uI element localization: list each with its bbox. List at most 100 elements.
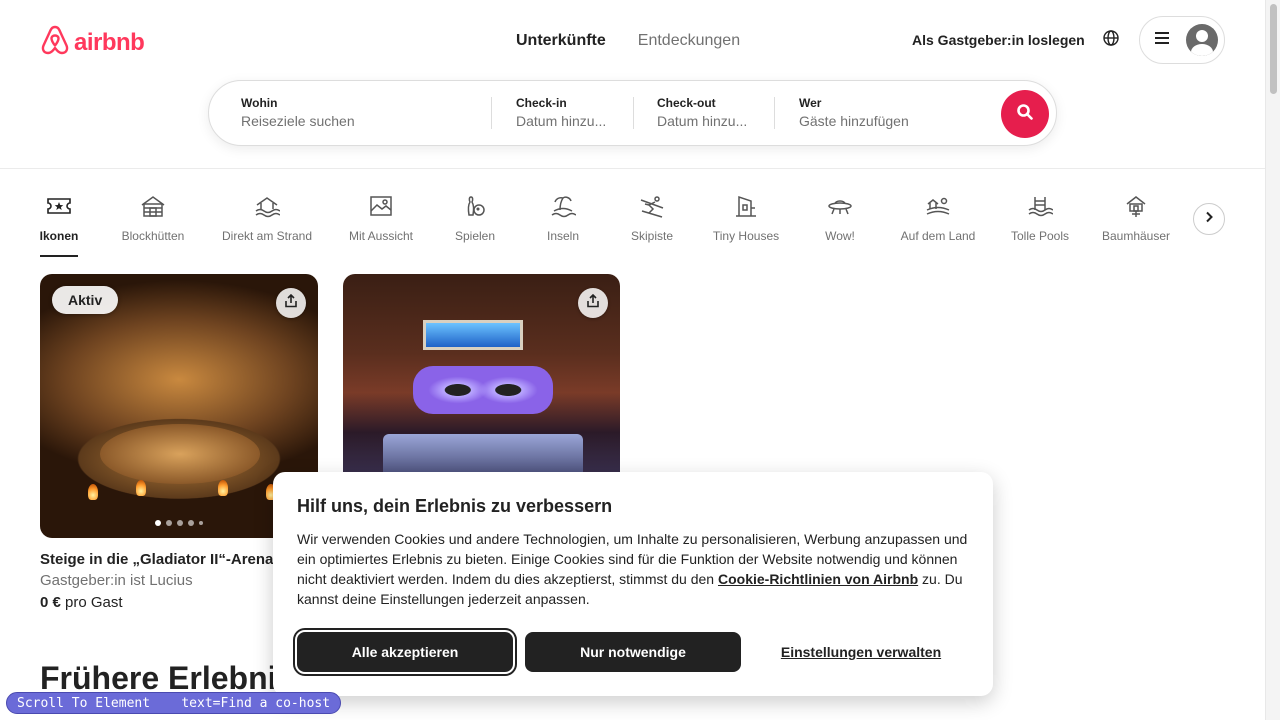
category-mit-aussicht[interactable]: Mit Aussicht [345, 193, 417, 243]
search-where-field[interactable]: Wohin Reiseziele suchen [241, 81, 481, 145]
chevron-right-icon [1203, 210, 1215, 228]
ufo-icon [827, 193, 853, 219]
site-header: airbnb Unterkünfte Entdeckungen Als Gast… [0, 0, 1265, 169]
category-blockhuetten[interactable]: Blockhütten [118, 193, 188, 243]
pagination-dot[interactable] [166, 520, 172, 526]
category-direkt-am-strand[interactable]: Direkt am Strand [219, 193, 315, 243]
search-button[interactable] [1001, 90, 1049, 138]
search-where-input[interactable]: Reiseziele suchen [241, 111, 481, 131]
category-bar: Ikonen Blockhütten Direkt am Strand Mit … [40, 193, 1225, 259]
category-label: Tiny Houses [712, 229, 780, 243]
treehouse-icon [1123, 193, 1149, 219]
globe-icon [1103, 29, 1119, 51]
manage-settings-button[interactable]: Einstellungen verwalten [753, 632, 969, 672]
search-checkout-field[interactable]: Check-out Datum hinzu... [657, 81, 757, 145]
category-label: Blockhütten [121, 229, 185, 243]
category-label: Auf dem Land [900, 229, 976, 243]
share-button[interactable] [578, 288, 608, 318]
torch [218, 480, 228, 496]
pagination-dot[interactable] [188, 520, 194, 526]
search-checkin-field[interactable]: Check-in Datum hinzu... [516, 81, 616, 145]
active-category-indicator [40, 255, 78, 257]
pagination-dot[interactable] [177, 520, 183, 526]
share-icon [284, 293, 298, 313]
category-label: Inseln [546, 229, 580, 243]
arena-floor [100, 424, 260, 484]
airbnb-logo[interactable]: airbnb [40, 24, 145, 61]
search-bar: Wohin Reiseziele suchen Check-in Datum h… [208, 80, 1057, 146]
search-divider [491, 97, 492, 129]
search-checkout-input[interactable]: Datum hinzu... [657, 111, 757, 131]
pagination-dot[interactable] [199, 521, 203, 525]
category-spielen[interactable]: Spielen [452, 193, 498, 243]
cookie-actions: Alle akzeptieren Nur notwendige Einstell… [293, 628, 969, 676]
hamburger-icon [1154, 31, 1170, 50]
category-label: Wow! [825, 229, 855, 243]
beach-icon [254, 193, 280, 219]
share-icon [586, 293, 600, 313]
room-window [423, 320, 523, 350]
torch [136, 480, 146, 496]
tab-entdeckungen[interactable]: Entdeckungen [622, 28, 756, 54]
share-button[interactable] [276, 288, 306, 318]
price-amount: 0 € [40, 594, 61, 611]
category-label: Ikonen [39, 229, 79, 243]
pool-icon [1027, 193, 1053, 219]
category-wow[interactable]: Wow! [822, 193, 858, 243]
search-who-field[interactable]: Wer Gäste hinzufügen [799, 81, 959, 145]
search-who-input[interactable]: Gäste hinzufügen [799, 111, 959, 131]
skier-icon [639, 193, 665, 219]
become-host-link[interactable]: Als Gastgeber:in loslegen [900, 22, 1097, 58]
category-next-button[interactable] [1193, 203, 1225, 235]
ticket-star-icon [46, 193, 72, 219]
language-button[interactable] [1093, 22, 1129, 58]
cookie-text: Wir verwenden Cookies und andere Technol… [297, 529, 969, 609]
cookie-policy-link[interactable]: Cookie-Richtlinien von Airbnb [718, 571, 918, 587]
user-menu-button[interactable] [1139, 16, 1225, 64]
price-unit: pro Gast [65, 594, 123, 611]
category-label: Spielen [454, 229, 496, 243]
main-nav: Unterkünfte Entdeckungen [500, 28, 756, 54]
bowling-icon [462, 193, 488, 219]
category-label: Skipiste [630, 229, 674, 243]
search-checkin-label: Check-in [516, 96, 567, 110]
search-icon [1017, 103, 1033, 125]
cabin-icon [140, 193, 166, 219]
category-label: Mit Aussicht [348, 229, 414, 243]
search-divider [774, 97, 775, 129]
airbnb-logo-icon [40, 24, 70, 61]
category-ikonen[interactable]: Ikonen [40, 193, 78, 243]
tiny-house-icon [733, 193, 759, 219]
category-label: Tolle Pools [1010, 229, 1070, 243]
countryside-icon [925, 193, 951, 219]
category-tolle-pools[interactable]: Tolle Pools [1008, 193, 1072, 243]
automation-overlay-label: Scroll To Element text=Find a co-host [6, 692, 342, 714]
cookie-title: Hilf uns, dein Erlebnis zu verbessern [297, 496, 613, 516]
island-icon [550, 193, 576, 219]
torch [88, 484, 98, 500]
category-inseln[interactable]: Inseln [544, 193, 582, 243]
category-label: Direkt am Strand [221, 229, 313, 243]
view-icon [368, 193, 394, 219]
category-auf-dem-land[interactable]: Auf dem Land [898, 193, 978, 243]
search-who-label: Wer [799, 96, 822, 110]
brand-name: airbnb [74, 28, 145, 56]
category-baumhaeuser[interactable]: Baumhäuser [1100, 193, 1172, 243]
avatar [1186, 24, 1218, 56]
pagination-dot[interactable] [155, 520, 161, 526]
category-label: Baumhäuser [1101, 229, 1171, 243]
room-eyes-mural [413, 366, 553, 414]
accept-all-button[interactable]: Alle akzeptieren [293, 628, 517, 676]
only-necessary-button[interactable]: Nur notwendige [525, 632, 741, 672]
search-where-label: Wohin [241, 96, 278, 110]
page-scrollbar[interactable] [1265, 0, 1280, 720]
tab-unterkuenfte[interactable]: Unterkünfte [500, 28, 622, 54]
search-checkin-input[interactable]: Datum hinzu... [516, 111, 616, 131]
cookie-consent-dialog: Hilf uns, dein Erlebnis zu verbessern Wi… [273, 472, 993, 696]
category-tiny-houses[interactable]: Tiny Houses [710, 193, 782, 243]
scrollbar-thumb[interactable] [1270, 4, 1277, 94]
search-divider [633, 97, 634, 129]
status-badge: Aktiv [52, 286, 119, 314]
search-checkout-label: Check-out [657, 96, 716, 110]
category-skipiste[interactable]: Skipiste [627, 193, 677, 243]
